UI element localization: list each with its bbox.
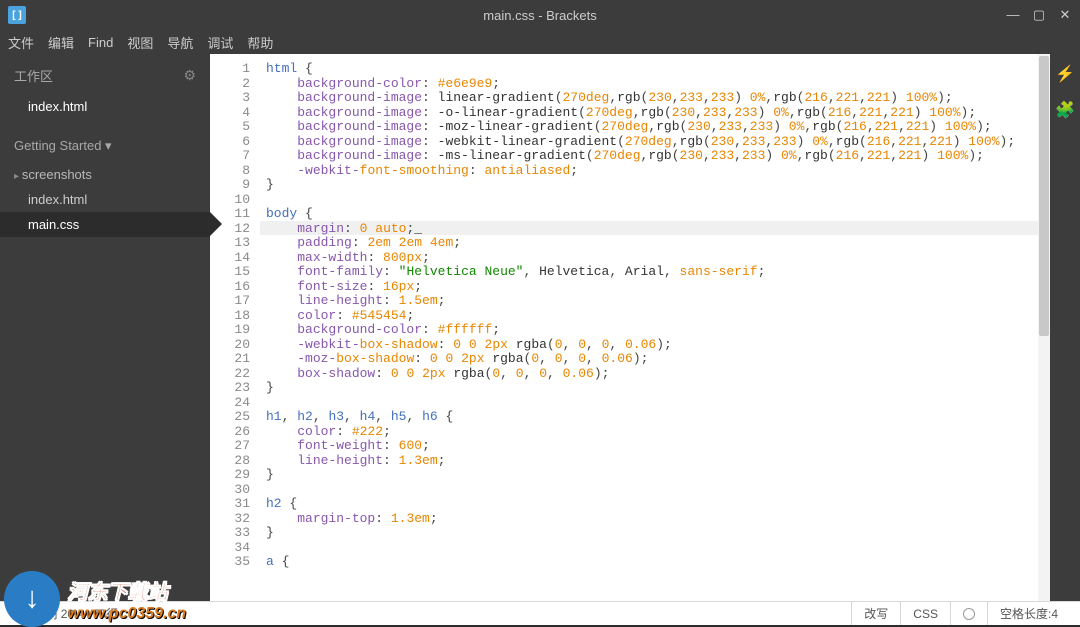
project-header[interactable]: Getting Started ▾ (0, 128, 210, 162)
titlebar: [ ] main.css - Brackets — ▢ ✕ (0, 0, 1080, 30)
workspace-label: 工作区 (14, 66, 53, 85)
menu-debug[interactable]: 调试 (207, 33, 233, 52)
extensions-icon[interactable]: 🧩 (1055, 100, 1075, 120)
app-logo-icon: [ ] (8, 6, 26, 24)
menu-view[interactable]: 视图 (127, 33, 153, 52)
menu-edit[interactable]: 编辑 (48, 33, 74, 52)
tree-file-main[interactable]: main.css (0, 212, 210, 237)
workspace-header: 工作区 ⚙ (0, 54, 210, 93)
working-file[interactable]: index.html (0, 93, 210, 120)
menu-find[interactable]: Find (88, 35, 113, 50)
code-area[interactable]: html { background-color: #e6e9e9; backgr… (260, 54, 1050, 601)
tree-folder[interactable]: screenshots (0, 162, 210, 187)
menu-help[interactable]: 帮助 (247, 33, 273, 52)
menubar: 文件 编辑 Find 视图 导航 调试 帮助 (0, 30, 1080, 54)
main-area: 工作区 ⚙ index.html Getting Started ▾ scree… (0, 54, 1080, 601)
menu-navigate[interactable]: 导航 (167, 33, 193, 52)
cursor-position: 行 12, 列 20 — 75行 (10, 605, 851, 622)
menu-file[interactable]: 文件 (8, 33, 34, 52)
window-controls: — ▢ ✕ (1006, 7, 1072, 23)
right-rail: ⚡ 🧩 (1050, 54, 1080, 601)
live-preview-icon[interactable]: ⚡ (1055, 64, 1075, 84)
window-title: main.css - Brackets (483, 8, 596, 23)
gear-icon[interactable]: ⚙ (183, 67, 196, 84)
statusbar: 行 12, 列 20 — 75行 改写 CSS 空格长度: 4 (0, 601, 1080, 625)
sidebar: 工作区 ⚙ index.html Getting Started ▾ scree… (0, 54, 210, 601)
indent-setting[interactable]: 空格长度: 4 (987, 602, 1070, 625)
minimize-icon[interactable]: — (1006, 7, 1020, 23)
gutter: 1234567891011121314151617181920212223242… (210, 54, 260, 601)
tree-file-index[interactable]: index.html (0, 187, 210, 212)
editor[interactable]: 1234567891011121314151617181920212223242… (210, 54, 1050, 601)
lint-status-icon[interactable] (950, 602, 987, 625)
maximize-icon[interactable]: ▢ (1032, 7, 1046, 23)
close-icon[interactable]: ✕ (1058, 7, 1072, 23)
language-mode[interactable]: CSS (900, 602, 950, 625)
overwrite-mode[interactable]: 改写 (851, 602, 900, 625)
